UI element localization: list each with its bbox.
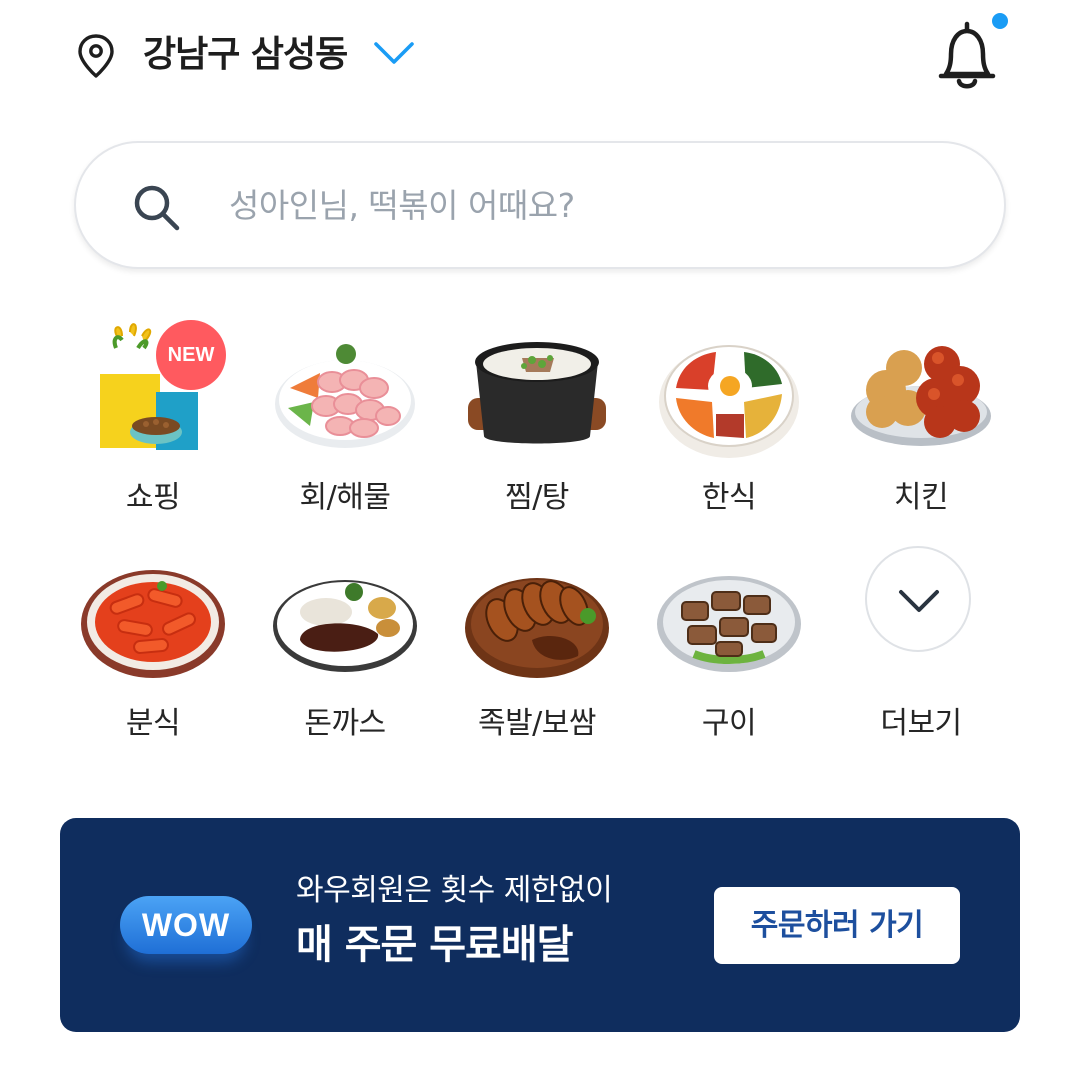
search-bar[interactable]: 성아인님, 떡볶이 어때요? bbox=[74, 141, 1006, 269]
category-sashimi-seafood[interactable]: 회/해물 bbox=[260, 318, 430, 518]
grilled-meat-icon bbox=[657, 576, 801, 672]
category-pork-cutlet[interactable]: 돈까스 bbox=[260, 544, 430, 744]
notification-dot bbox=[992, 13, 1008, 29]
category-more[interactable]: 더보기 bbox=[836, 544, 1006, 744]
wow-badge: WOW bbox=[120, 896, 252, 954]
chevron-down-icon bbox=[899, 590, 939, 612]
location-label[interactable]: 강남구 삼성동 bbox=[143, 30, 348, 80]
category-snack[interactable]: 분식 bbox=[68, 544, 238, 744]
bibimbap-icon bbox=[659, 345, 799, 458]
search-placeholder: 성아인님, 떡볶이 어때요? bbox=[229, 186, 575, 225]
banner-title: 매 주문 무료배달 bbox=[296, 922, 573, 968]
category-label: 더보기 bbox=[880, 706, 962, 741]
category-label: 구이 bbox=[701, 706, 757, 741]
jokbal-icon bbox=[465, 578, 609, 678]
category-korean[interactable]: 한식 bbox=[644, 318, 814, 518]
category-label: 찜/탕 bbox=[505, 480, 569, 515]
sashimi-icon bbox=[275, 344, 415, 448]
category-grill[interactable]: 구이 bbox=[644, 544, 814, 744]
chevron-down-icon[interactable] bbox=[372, 38, 416, 70]
pork-cutlet-icon bbox=[273, 580, 417, 672]
category-label: 돈까스 bbox=[304, 706, 386, 741]
category-chicken[interactable]: 치킨 bbox=[836, 318, 1006, 518]
stew-pot-icon bbox=[468, 342, 606, 444]
banner-subtitle: 와우회원은 횟수 제한없이 bbox=[296, 873, 613, 908]
bell-icon[interactable] bbox=[934, 18, 1000, 92]
fried-chicken-icon bbox=[851, 346, 991, 446]
category-label: 회/해물 bbox=[299, 480, 391, 515]
tteokbokki-icon bbox=[81, 570, 225, 678]
category-label: 족발/보쌈 bbox=[477, 706, 597, 741]
wow-promo-banner[interactable]: WOW 와우회원은 횟수 제한없이 매 주문 무료배달 주문하러 가기 bbox=[60, 818, 1020, 1032]
top-bar: 강남구 삼성동 bbox=[0, 0, 1080, 112]
map-pin-icon[interactable] bbox=[76, 33, 116, 79]
search-icon bbox=[134, 185, 180, 231]
category-label: 한식 bbox=[701, 480, 757, 515]
category-label: 쇼핑 bbox=[125, 480, 181, 515]
more-button[interactable] bbox=[865, 546, 971, 652]
category-shopping[interactable]: NEW 쇼핑 bbox=[68, 318, 238, 518]
category-label: 치킨 bbox=[893, 480, 949, 515]
order-now-button[interactable]: 주문하러 가기 bbox=[714, 887, 960, 964]
new-badge: NEW bbox=[156, 320, 226, 390]
category-stew[interactable]: 찜/탕 bbox=[452, 318, 622, 518]
category-jokbal-bossam[interactable]: 족발/보쌈 bbox=[452, 544, 622, 744]
category-label: 분식 bbox=[125, 706, 181, 741]
